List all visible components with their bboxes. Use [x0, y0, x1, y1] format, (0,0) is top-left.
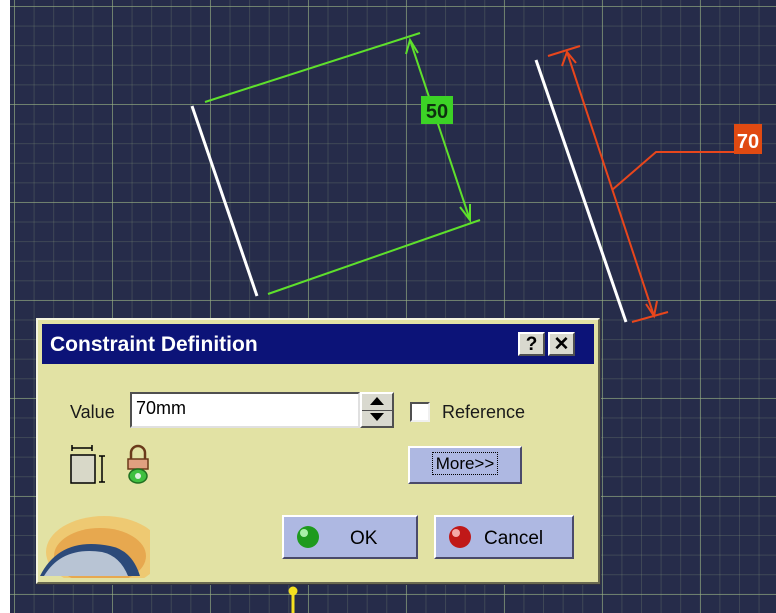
value-label: Value: [70, 402, 115, 422]
constraint-definition-dialog: Constraint Definition ? ✕ Value 70mm Ref…: [36, 318, 600, 584]
help-icon: ?: [525, 334, 538, 355]
axis-marker-icon: [288, 586, 298, 613]
close-icon: ✕: [553, 334, 570, 355]
close-button[interactable]: ✕: [548, 332, 575, 356]
red-ball-icon: [449, 526, 471, 548]
arrow-up-icon: [370, 397, 384, 405]
arrow-down-icon: [370, 413, 384, 421]
more-button[interactable]: More>>: [408, 446, 522, 484]
reference-label[interactable]: Reference: [442, 402, 525, 423]
value-spinner[interactable]: [360, 392, 394, 428]
selected-line-left[interactable]: [190, 105, 259, 297]
help-button[interactable]: ?: [518, 332, 545, 356]
lock-icon[interactable]: [124, 444, 152, 488]
dimension-value-green[interactable]: 50: [426, 101, 448, 123]
reference-checkbox[interactable]: [410, 402, 430, 422]
red-dimension[interactable]: [547, 45, 736, 323]
ok-button[interactable]: OK: [282, 515, 418, 559]
catia-logo-decoration: [40, 516, 150, 578]
ok-label: OK: [350, 528, 378, 549]
green-dimension[interactable]: [204, 32, 481, 295]
spin-up-button[interactable]: [362, 394, 392, 411]
more-button-label: More>>: [431, 452, 499, 475]
green-ball-icon: [297, 526, 319, 548]
spin-down-button[interactable]: [362, 410, 392, 426]
value-input[interactable]: 70mm: [130, 392, 360, 428]
dialog-titlebar[interactable]: Constraint Definition ? ✕: [42, 324, 594, 364]
dialog-title: Constraint Definition: [50, 333, 258, 356]
cancel-label: Cancel: [484, 528, 544, 549]
cancel-button[interactable]: Cancel: [434, 515, 574, 559]
dimension-value-red[interactable]: 70: [737, 131, 759, 153]
dimension-icon[interactable]: [68, 442, 114, 488]
